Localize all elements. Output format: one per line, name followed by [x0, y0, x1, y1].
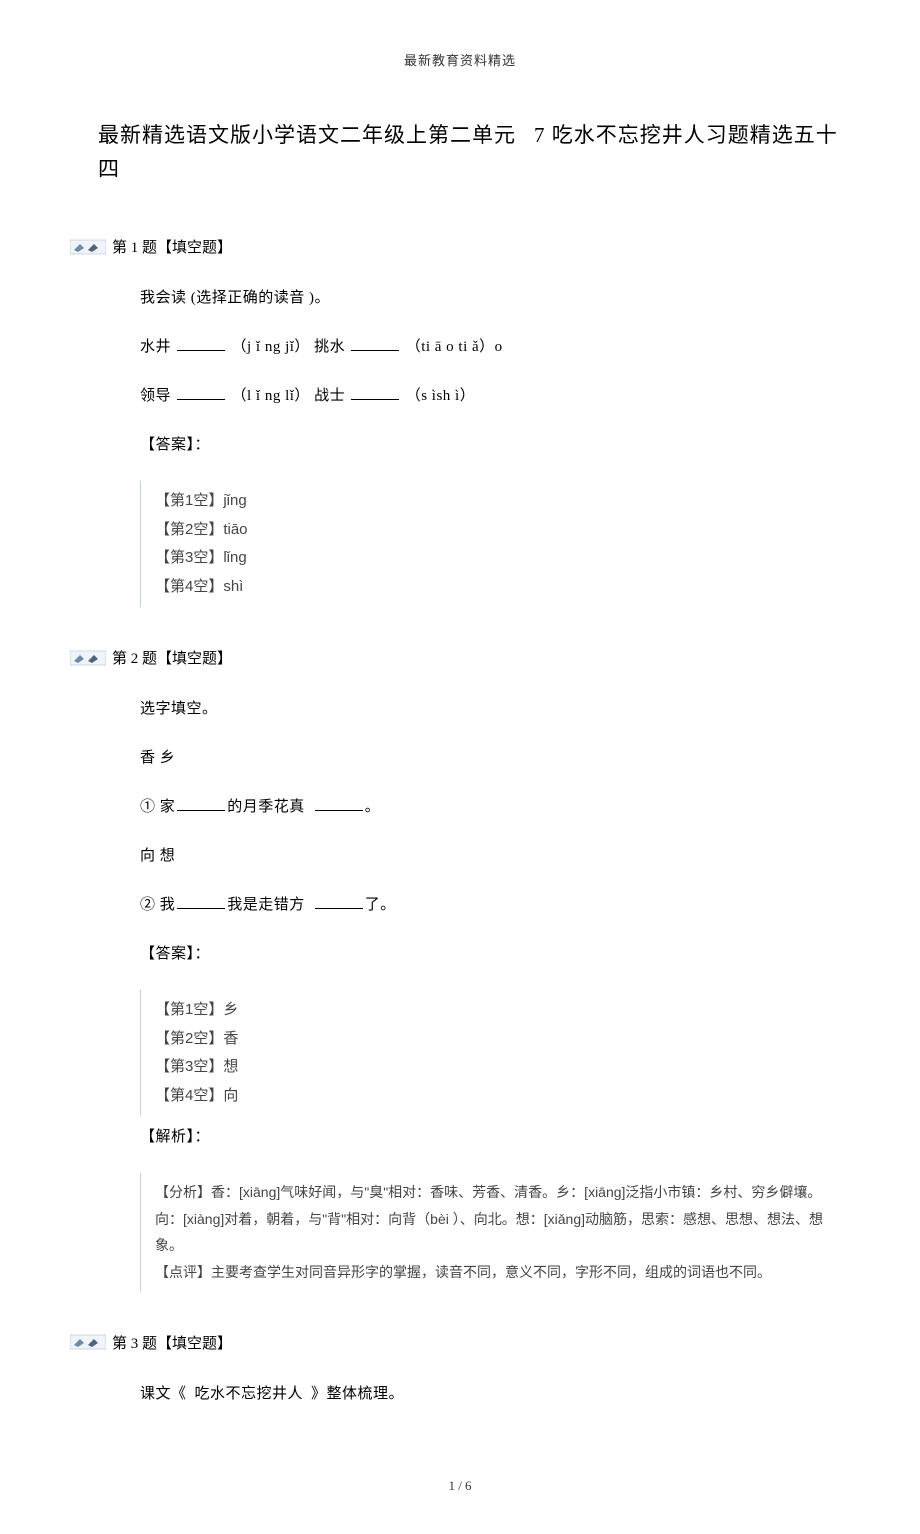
q2-ans-1: 【第1空】乡: [155, 996, 840, 1025]
q2-l1-b: 的月季花真: [227, 799, 305, 815]
blank: [351, 336, 399, 351]
q1-l2-b: （l ǐ ng lǐ） 战士: [232, 388, 346, 404]
blank: [177, 894, 225, 909]
q2-line-1: ① 家 的月季花真 。: [140, 794, 850, 821]
question-3-head-text: 第 3 题【填空题】: [112, 1332, 232, 1353]
q3-prompt-b: 吃水不忘挖井人: [195, 1386, 304, 1402]
pencil-icon: [70, 649, 106, 667]
document-title: 最新精选语文版小学语文二年级上第二单元7 吃水不忘挖井人习题精选五十四: [98, 119, 850, 186]
q1-ans-3: 【第3空】lǐng: [155, 544, 840, 573]
question-2-body: 选字填空。 香 乡 ① 家 的月季花真 。 向 想 ② 我 我是走错方 了。 【答案】：…: [70, 696, 850, 1291]
question-2: 第 2 题【填空题】 选字填空。 香 乡 ① 家 的月季花真 。 向 想 ② 我 我是…: [70, 647, 850, 1291]
page-footer: 1 / 6: [70, 1478, 850, 1494]
question-1-header: 第 1 题【填空题】: [70, 236, 850, 257]
q1-l2-a: 领导: [140, 388, 171, 404]
q2-ans-3: 【第3空】想: [155, 1053, 840, 1082]
q2-line-2: ② 我 我是走错方 了。: [140, 892, 850, 919]
q1-ans-1: 【第1空】jǐng: [155, 487, 840, 516]
blank: [177, 796, 225, 811]
question-3-header: 第 3 题【填空题】: [70, 1332, 850, 1353]
q2-pair-1: 香 乡: [140, 745, 850, 772]
q1-l2-c: （s ìsh ì）: [406, 388, 476, 404]
q1-l1-b: （j ǐ ng jǐ） 挑水: [232, 339, 346, 355]
question-2-header: 第 2 题【填空题】: [70, 647, 850, 668]
question-1-body: 我会读 (选择正确的读音 )。 水井 （j ǐ ng jǐ） 挑水 （ti ā …: [70, 285, 850, 607]
q1-answer-box: 【第1空】jǐng 【第2空】tiāo 【第3空】lǐng 【第4空】shì: [140, 481, 850, 607]
q2-analysis-1: 【分析】香：[xiāng]气味好闻，与"臭"相对：香味、芳香、清香。乡：[xiā…: [155, 1179, 840, 1259]
blank: [177, 385, 225, 400]
question-3-body: 课文《吃水不忘挖井人》整体梳理。: [70, 1381, 850, 1408]
pencil-icon: [70, 238, 106, 256]
q2-analysis-2: 【点评】主要考查学生对同音异形字的掌握，读音不同，意义不同，字形不同，组成的词语…: [155, 1259, 840, 1286]
q3-prompt: 课文《吃水不忘挖井人》整体梳理。: [140, 1381, 850, 1408]
blank: [351, 385, 399, 400]
q2-analysis-label: 【解析】：: [140, 1124, 850, 1151]
pencil-icon: [70, 1333, 106, 1351]
q1-prompt: 我会读 (选择正确的读音 )。: [140, 285, 850, 312]
question-3: 第 3 题【填空题】 课文《吃水不忘挖井人》整体梳理。: [70, 1332, 850, 1408]
blank: [177, 336, 225, 351]
q2-l1-c: 。: [365, 799, 381, 815]
q1-line-2: 领导 （l ǐ ng lǐ） 战士 （s ìsh ì）: [140, 383, 850, 410]
title-part-1: 最新精选语文版小学语文二年级上第二单元: [98, 123, 516, 147]
page-header: 最新教育资料精选: [70, 50, 850, 69]
page-container: 最新教育资料精选 最新精选语文版小学语文二年级上第二单元7 吃水不忘挖井人习题精…: [0, 0, 920, 1534]
q2-ans-4: 【第4空】向: [155, 1082, 840, 1111]
q1-ans-4: 【第4空】shì: [155, 573, 840, 602]
q1-line-1: 水井 （j ǐ ng jǐ） 挑水 （ti ā o ti ǎ）o: [140, 334, 850, 361]
q2-pair-2: 向 想: [140, 843, 850, 870]
question-2-head-text: 第 2 题【填空题】: [112, 647, 232, 668]
blank: [315, 796, 363, 811]
q2-l2-a: ② 我: [140, 897, 175, 913]
q2-answer-label: 【答案】：: [140, 941, 850, 968]
q2-l1-a: ① 家: [140, 799, 175, 815]
q2-prompt: 选字填空。: [140, 696, 850, 723]
q3-prompt-a: 课文《: [140, 1386, 187, 1402]
q1-ans-2: 【第2空】tiāo: [155, 516, 840, 545]
q3-prompt-c: 》整体梳理。: [311, 1386, 404, 1402]
question-1-head-text: 第 1 题【填空题】: [112, 236, 232, 257]
blank: [315, 894, 363, 909]
q2-answer-box: 【第1空】乡 【第2空】香 【第3空】想 【第4空】向: [140, 990, 850, 1116]
q1-l1-c: （ti ā o ti ǎ）o: [406, 339, 503, 355]
question-1: 第 1 题【填空题】 我会读 (选择正确的读音 )。 水井 （j ǐ ng jǐ…: [70, 236, 850, 607]
q2-ans-2: 【第2空】香: [155, 1025, 840, 1054]
q2-l2-c: 了。: [365, 897, 396, 913]
q1-answer-label: 【答案】：: [140, 432, 850, 459]
q1-l1-a: 水井: [140, 339, 171, 355]
q2-l2-b: 我是走错方: [227, 897, 305, 913]
q2-analysis-box: 【分析】香：[xiāng]气味好闻，与"臭"相对：香味、芳香、清香。乡：[xiā…: [140, 1173, 850, 1291]
